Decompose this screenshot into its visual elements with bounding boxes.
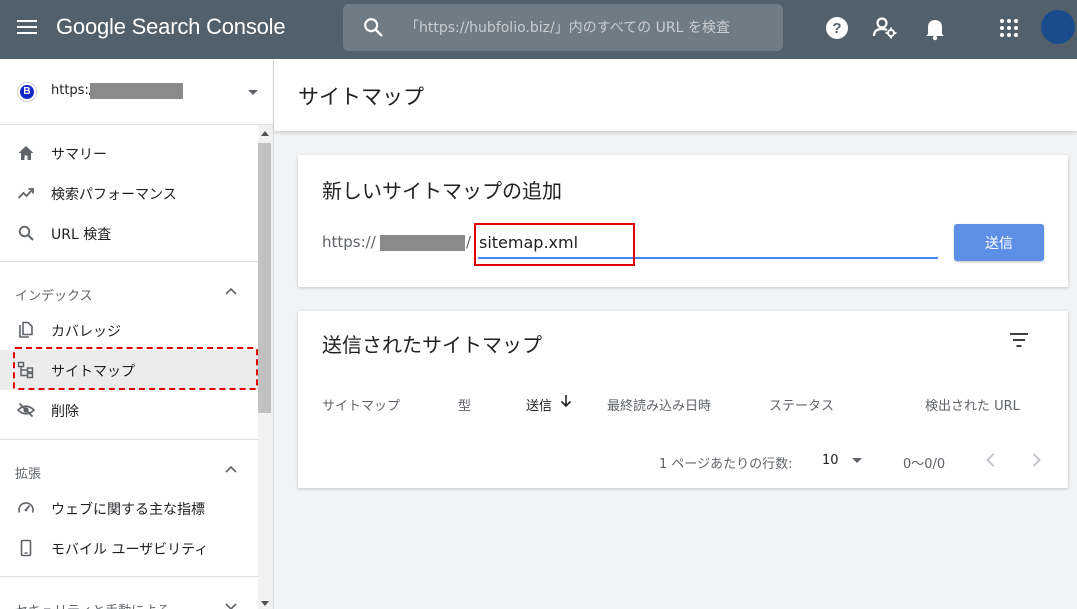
submitted-sitemaps-card: 送信されたサイトマップ サイトマップ 型 送信 最終読み込み日時 ステータス 検… [298, 311, 1068, 488]
pagination-range: 0〜0/0 [903, 457, 946, 472]
smartphone-icon [20, 539, 32, 557]
previous-page-icon[interactable] [980, 449, 1002, 471]
add-sitemap-card: 新しいサイトマップの追加 https:// / 送信 [298, 155, 1068, 287]
sidebar-item-core-web-vitals[interactable]: ウェブに関する主な指標 [0, 488, 258, 528]
column-header-discovered-urls[interactable]: 検出された URL [925, 395, 1020, 414]
scroll-up-arrow-icon[interactable] [261, 131, 269, 136]
column-header-last-read[interactable]: 最終読み込み日時 [607, 395, 711, 414]
rows-per-page-select[interactable]: 10 [818, 447, 870, 475]
section-enhancements[interactable]: 拡張 [0, 450, 258, 490]
submit-button[interactable]: 送信 [954, 224, 1044, 261]
column-header-status[interactable]: ステータス [769, 395, 834, 414]
search-input[interactable] [405, 15, 735, 41]
dropdown-caret-icon [248, 90, 258, 95]
sidebar-item-sitemaps[interactable]: サイトマップ [0, 350, 258, 390]
sidebar-item-url-inspection[interactable]: URL 検査 [0, 213, 258, 253]
sidebar-scrollbar[interactable] [258, 125, 273, 609]
add-sitemap-title: 新しいサイトマップの追加 [322, 179, 562, 203]
page-header: サイトマップ [274, 59, 1077, 131]
section-security[interactable]: セキュリティと手動による [0, 587, 258, 609]
sidebar: B https:// サマリー 検索パフォーマンス URL 検査 インデックス … [0, 59, 274, 609]
main-menu-icon[interactable] [16, 17, 38, 39]
svg-text:?: ? [832, 20, 841, 37]
section-index[interactable]: インデックス [0, 272, 258, 312]
submitted-sitemaps-title: 送信されたサイトマップ [322, 333, 542, 357]
sitemap-url-slash: / [466, 233, 472, 251]
home-icon [18, 146, 34, 160]
next-page-icon[interactable] [1025, 449, 1047, 471]
redacted-domain [90, 83, 183, 99]
column-header-sitemap[interactable]: サイトマップ [322, 395, 400, 414]
sidebar-divider [0, 261, 258, 262]
scroll-thumb[interactable] [258, 143, 271, 413]
column-header-submitted[interactable]: 送信 [526, 395, 552, 414]
sitemap-url-input[interactable] [478, 227, 938, 259]
dropdown-caret-icon [852, 458, 862, 463]
sidebar-item-mobile-usability[interactable]: モバイル ユーザビリティ [0, 528, 258, 568]
visibility-off-icon [17, 402, 35, 418]
column-header-type[interactable]: 型 [458, 395, 471, 414]
sitemap-url-prefix: https:// [322, 233, 376, 251]
chevron-up-icon [225, 465, 237, 473]
sidebar-item-summary[interactable]: サマリー [0, 133, 258, 173]
sidebar-item-coverage[interactable]: カバレッジ [0, 310, 258, 350]
sidebar-item-removals[interactable]: 削除 [0, 390, 258, 430]
sidebar-divider [0, 576, 258, 577]
account-avatar[interactable] [1041, 10, 1075, 44]
manage-users-icon[interactable] [872, 15, 898, 41]
sidebar-divider [0, 439, 258, 440]
app-title[interactable]: Google Search Console [56, 14, 286, 40]
search-icon[interactable] [362, 16, 384, 38]
scroll-down-arrow-icon[interactable] [261, 601, 269, 606]
rows-per-page-label: 1 ページあたりの行数: [659, 457, 793, 472]
sitemap-icon [17, 361, 34, 379]
page-title: サイトマップ [298, 85, 424, 109]
chevron-down-icon [225, 603, 237, 609]
notifications-icon[interactable] [922, 15, 948, 41]
top-app-bar: Google Search Console ? [0, 0, 1077, 59]
copy-icon [19, 321, 33, 338]
filter-icon[interactable] [1008, 331, 1030, 349]
url-inspection-search[interactable] [343, 4, 783, 51]
property-favicon: B [17, 82, 37, 102]
chevron-up-icon [225, 287, 237, 295]
redacted-domain [380, 235, 465, 251]
arrow-down-icon[interactable] [560, 394, 572, 408]
apps-grid-icon[interactable] [996, 15, 1022, 41]
help-icon[interactable]: ? [824, 15, 850, 41]
property-selector[interactable]: B https:// [0, 59, 273, 125]
trending-up-icon [17, 188, 34, 199]
speed-icon [18, 502, 34, 513]
sidebar-item-performance[interactable]: 検索パフォーマンス [0, 173, 258, 213]
search-icon [18, 225, 34, 241]
